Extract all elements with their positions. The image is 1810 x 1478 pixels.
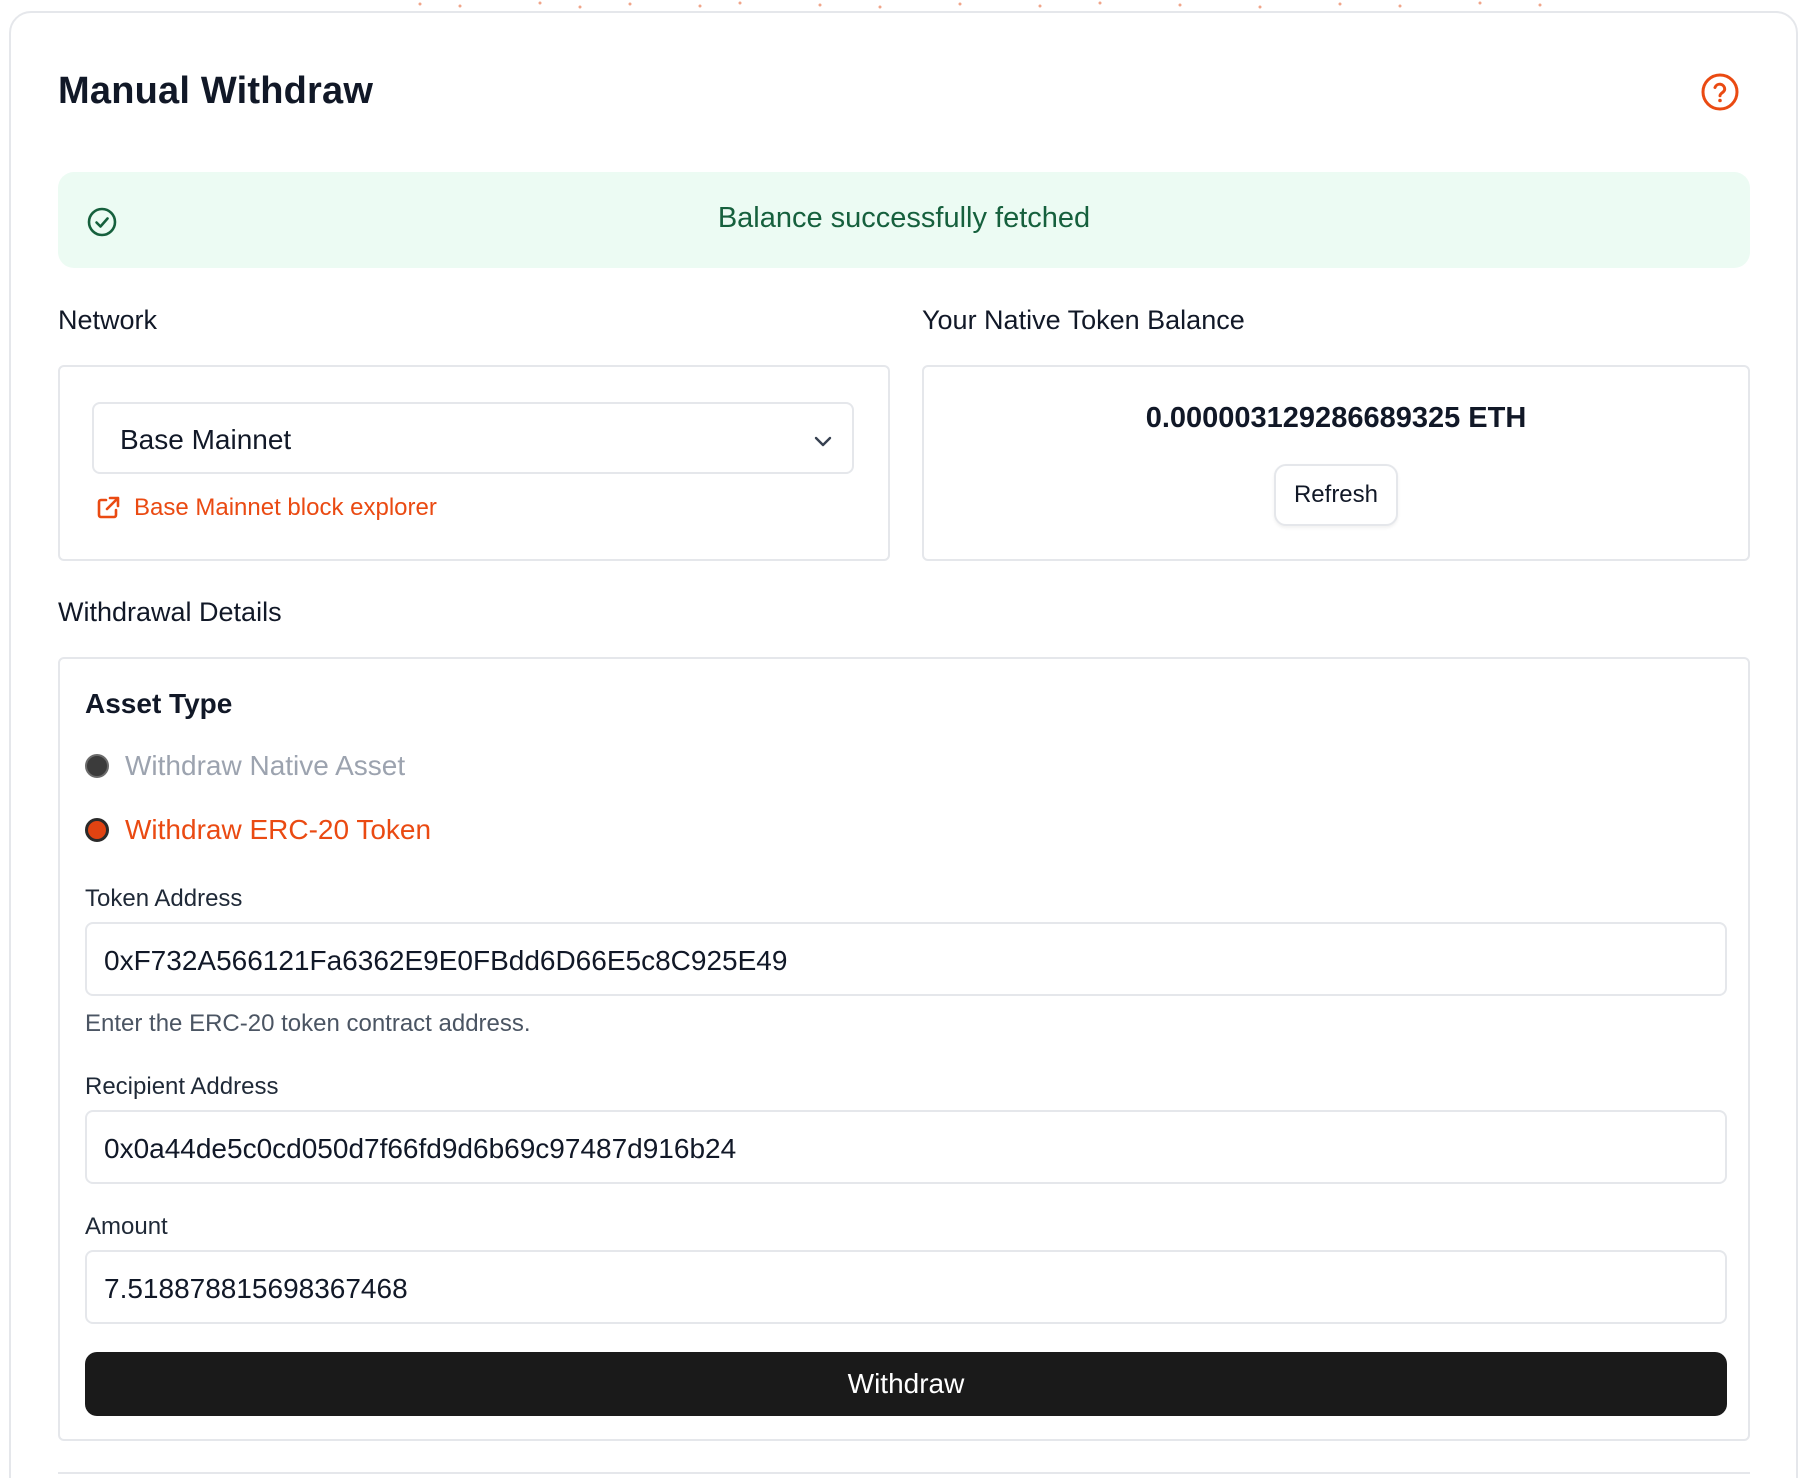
token-address-hint: Enter the ERC-20 token contract address. [85,1010,531,1037]
radio-button[interactable] [85,754,109,778]
refresh-button[interactable]: Refresh [1274,464,1398,526]
radio-native-asset[interactable]: Withdraw Native Asset [85,750,405,782]
amount-value: 7.518878815698367468 [104,1273,408,1304]
network-label: Network [58,305,158,335]
asset-type-label: Asset Type [85,688,233,719]
alert-message: Balance successfully fetched [717,202,1091,234]
recipient-address-value: 0x0a44de5c0cd050d7f66fd9d6b69c97487d916b… [104,1133,737,1164]
recipient-address-input[interactable]: 0x0a44de5c0cd050d7f66fd9d6b69c97487d916b… [85,1110,1727,1184]
block-explorer-label: Base Mainnet block explorer [134,494,437,521]
radio-button[interactable] [85,818,109,842]
balance-label: Your Native Token Balance [922,305,1245,335]
question-circle-icon[interactable] [1700,72,1740,112]
token-address-value: 0xF732A566121Fa6362E9E0FBdd6D66E5c8C925E… [104,945,788,976]
radio-label: Withdraw ERC-20 Token [125,814,432,845]
token-address-input[interactable]: 0xF732A566121Fa6362E9E0FBdd6D66E5c8C925E… [85,922,1727,996]
success-alert: Balance successfully fetched [58,172,1750,268]
block-explorer-link[interactable]: Base Mainnet block explorer [94,492,437,524]
balance-value: 0.000003129286689325 ETH [1145,402,1527,434]
token-address-label: Token Address [85,885,243,912]
balance-panel [922,365,1750,561]
network-select[interactable]: Base Mainnet [92,402,854,474]
withdrawal-details-label: Withdrawal Details [58,597,282,627]
withdraw-button[interactable]: Withdraw [85,1352,1727,1416]
amount-label: Amount [85,1213,168,1240]
amount-input[interactable]: 7.518878815698367468 [85,1250,1727,1324]
chevron-down-icon [814,436,832,447]
network-select-value: Base Mainnet [120,424,292,455]
external-link-icon [97,496,120,519]
page-title: Manual Withdraw [58,70,374,112]
divider [58,1472,1750,1474]
radio-label: Withdraw Native Asset [125,750,406,781]
recipient-address-label: Recipient Address [85,1073,279,1100]
radio-erc20-token[interactable]: Withdraw ERC-20 Token [85,814,431,846]
